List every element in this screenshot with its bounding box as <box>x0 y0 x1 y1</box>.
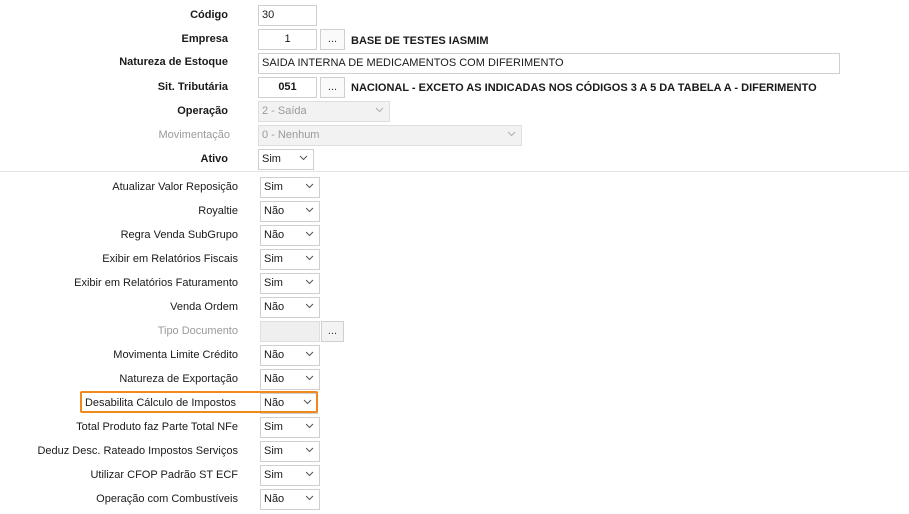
option-label: Total Produto faz Parte Total NFe <box>76 421 238 433</box>
ativo-value: Sim <box>262 153 281 165</box>
option-value: Não <box>264 205 285 217</box>
option-label: Utilizar CFOP Padrão ST ECF <box>90 469 238 481</box>
chevron-down-icon <box>507 131 516 137</box>
venda-ordem-select[interactable]: Não <box>260 297 320 318</box>
natureza-estoque-field[interactable]: SAIDA INTERNA DE MEDICAMENTOS COM DIFERI… <box>258 53 840 74</box>
utilizar-cfop-padrao-select[interactable]: Sim <box>260 465 320 486</box>
movimentacao-label: Movimentação <box>158 129 230 141</box>
atualizar-valor-reposicao-select[interactable]: Sim <box>260 177 320 198</box>
deduz-desc-rateado-select[interactable]: Sim <box>260 441 320 462</box>
option-label: Royaltie <box>198 205 238 217</box>
movimenta-limite-credito-select[interactable]: Não <box>260 345 320 366</box>
option-value: Sim <box>264 469 283 481</box>
option-label: Movimenta Limite Crédito <box>113 349 238 361</box>
option-value: Sim <box>264 445 283 457</box>
sit-tributaria-lookup-button[interactable]: ... <box>320 77 345 98</box>
option-label: Tipo Documento <box>157 325 238 337</box>
option-value: Sim <box>264 277 283 289</box>
section-divider <box>0 171 909 172</box>
chevron-down-icon <box>305 255 314 261</box>
option-value: Não <box>264 373 285 385</box>
option-label: Natureza de Exportação <box>119 373 238 385</box>
empresa-field[interactable]: 1 <box>258 29 317 50</box>
movimentacao-value: 0 - Nenhum <box>262 129 320 141</box>
ativo-select[interactable]: Sim <box>258 149 314 170</box>
option-label: Atualizar Valor Reposição <box>112 181 238 193</box>
sit-tributaria-description: NACIONAL - EXCETO AS INDICADAS NOS CÓDIG… <box>351 82 817 94</box>
chevron-down-icon <box>305 279 314 285</box>
chevron-down-icon <box>305 423 314 429</box>
operacao-combustiveis-select[interactable]: Não <box>260 489 320 510</box>
option-value: Não <box>264 349 285 361</box>
option-label: Deduz Desc. Rateado Impostos Serviços <box>37 445 238 457</box>
desabilita-calculo-impostos-select[interactable]: Não <box>260 393 318 414</box>
sit-tributaria-field[interactable]: 051 <box>258 77 317 98</box>
movimentacao-select[interactable]: 0 - Nenhum <box>258 125 522 146</box>
sit-tributaria-label: Sit. Tributária <box>157 81 228 93</box>
option-value: Não <box>264 301 285 313</box>
option-value: Não <box>264 397 285 409</box>
option-label: Operação com Combustíveis <box>96 493 238 505</box>
option-label: Exibir em Relatórios Faturamento <box>74 277 238 289</box>
chevron-down-icon <box>305 495 314 501</box>
ativo-label: Ativo <box>200 153 229 165</box>
operacao-select[interactable]: 2 - Saída <box>258 101 390 122</box>
codigo-field[interactable]: 30 <box>258 5 317 26</box>
regra-venda-subgrupo-select[interactable]: Não <box>260 225 320 246</box>
operacao-value: 2 - Saída <box>262 105 307 117</box>
total-produto-nfe-select[interactable]: Sim <box>260 417 320 438</box>
natureza-estoque-label: Natureza de Estoque <box>119 56 228 68</box>
option-value: Não <box>264 493 285 505</box>
empresa-lookup-button[interactable]: ... <box>320 29 345 50</box>
option-label: Regra Venda SubGrupo <box>120 229 238 241</box>
exibir-relatorios-fiscais-select[interactable]: Sim <box>260 249 320 270</box>
tipo-documento-field[interactable] <box>260 321 320 342</box>
royaltie-select[interactable]: Não <box>260 201 320 222</box>
empresa-label: Empresa <box>181 33 228 45</box>
option-value: Não <box>264 229 285 241</box>
codigo-label: Código <box>190 9 228 21</box>
option-value: Sim <box>264 181 283 193</box>
chevron-down-icon <box>305 447 314 453</box>
chevron-down-icon <box>299 155 308 161</box>
chevron-down-icon <box>305 183 314 189</box>
option-label: Desabilita Cálculo de Impostos <box>84 397 236 409</box>
chevron-down-icon <box>305 471 314 477</box>
empresa-description: BASE DE TESTES IASMIM <box>351 35 489 47</box>
option-label: Exibir em Relatórios Fiscais <box>102 253 238 265</box>
exibir-relatorios-faturamento-select[interactable]: Sim <box>260 273 320 294</box>
chevron-down-icon <box>305 207 314 213</box>
option-value: Sim <box>264 253 283 265</box>
operacao-label: Operação <box>177 105 228 117</box>
chevron-down-icon <box>305 303 314 309</box>
chevron-down-icon <box>375 107 384 113</box>
chevron-down-icon <box>305 231 314 237</box>
option-value: Sim <box>264 421 283 433</box>
chevron-down-icon <box>305 375 314 381</box>
tipo-documento-lookup-button[interactable]: ... <box>321 321 344 342</box>
option-label: Venda Ordem <box>170 301 238 313</box>
natureza-exportacao-select[interactable]: Não <box>260 369 320 390</box>
chevron-down-icon <box>303 399 312 405</box>
chevron-down-icon <box>305 351 314 357</box>
